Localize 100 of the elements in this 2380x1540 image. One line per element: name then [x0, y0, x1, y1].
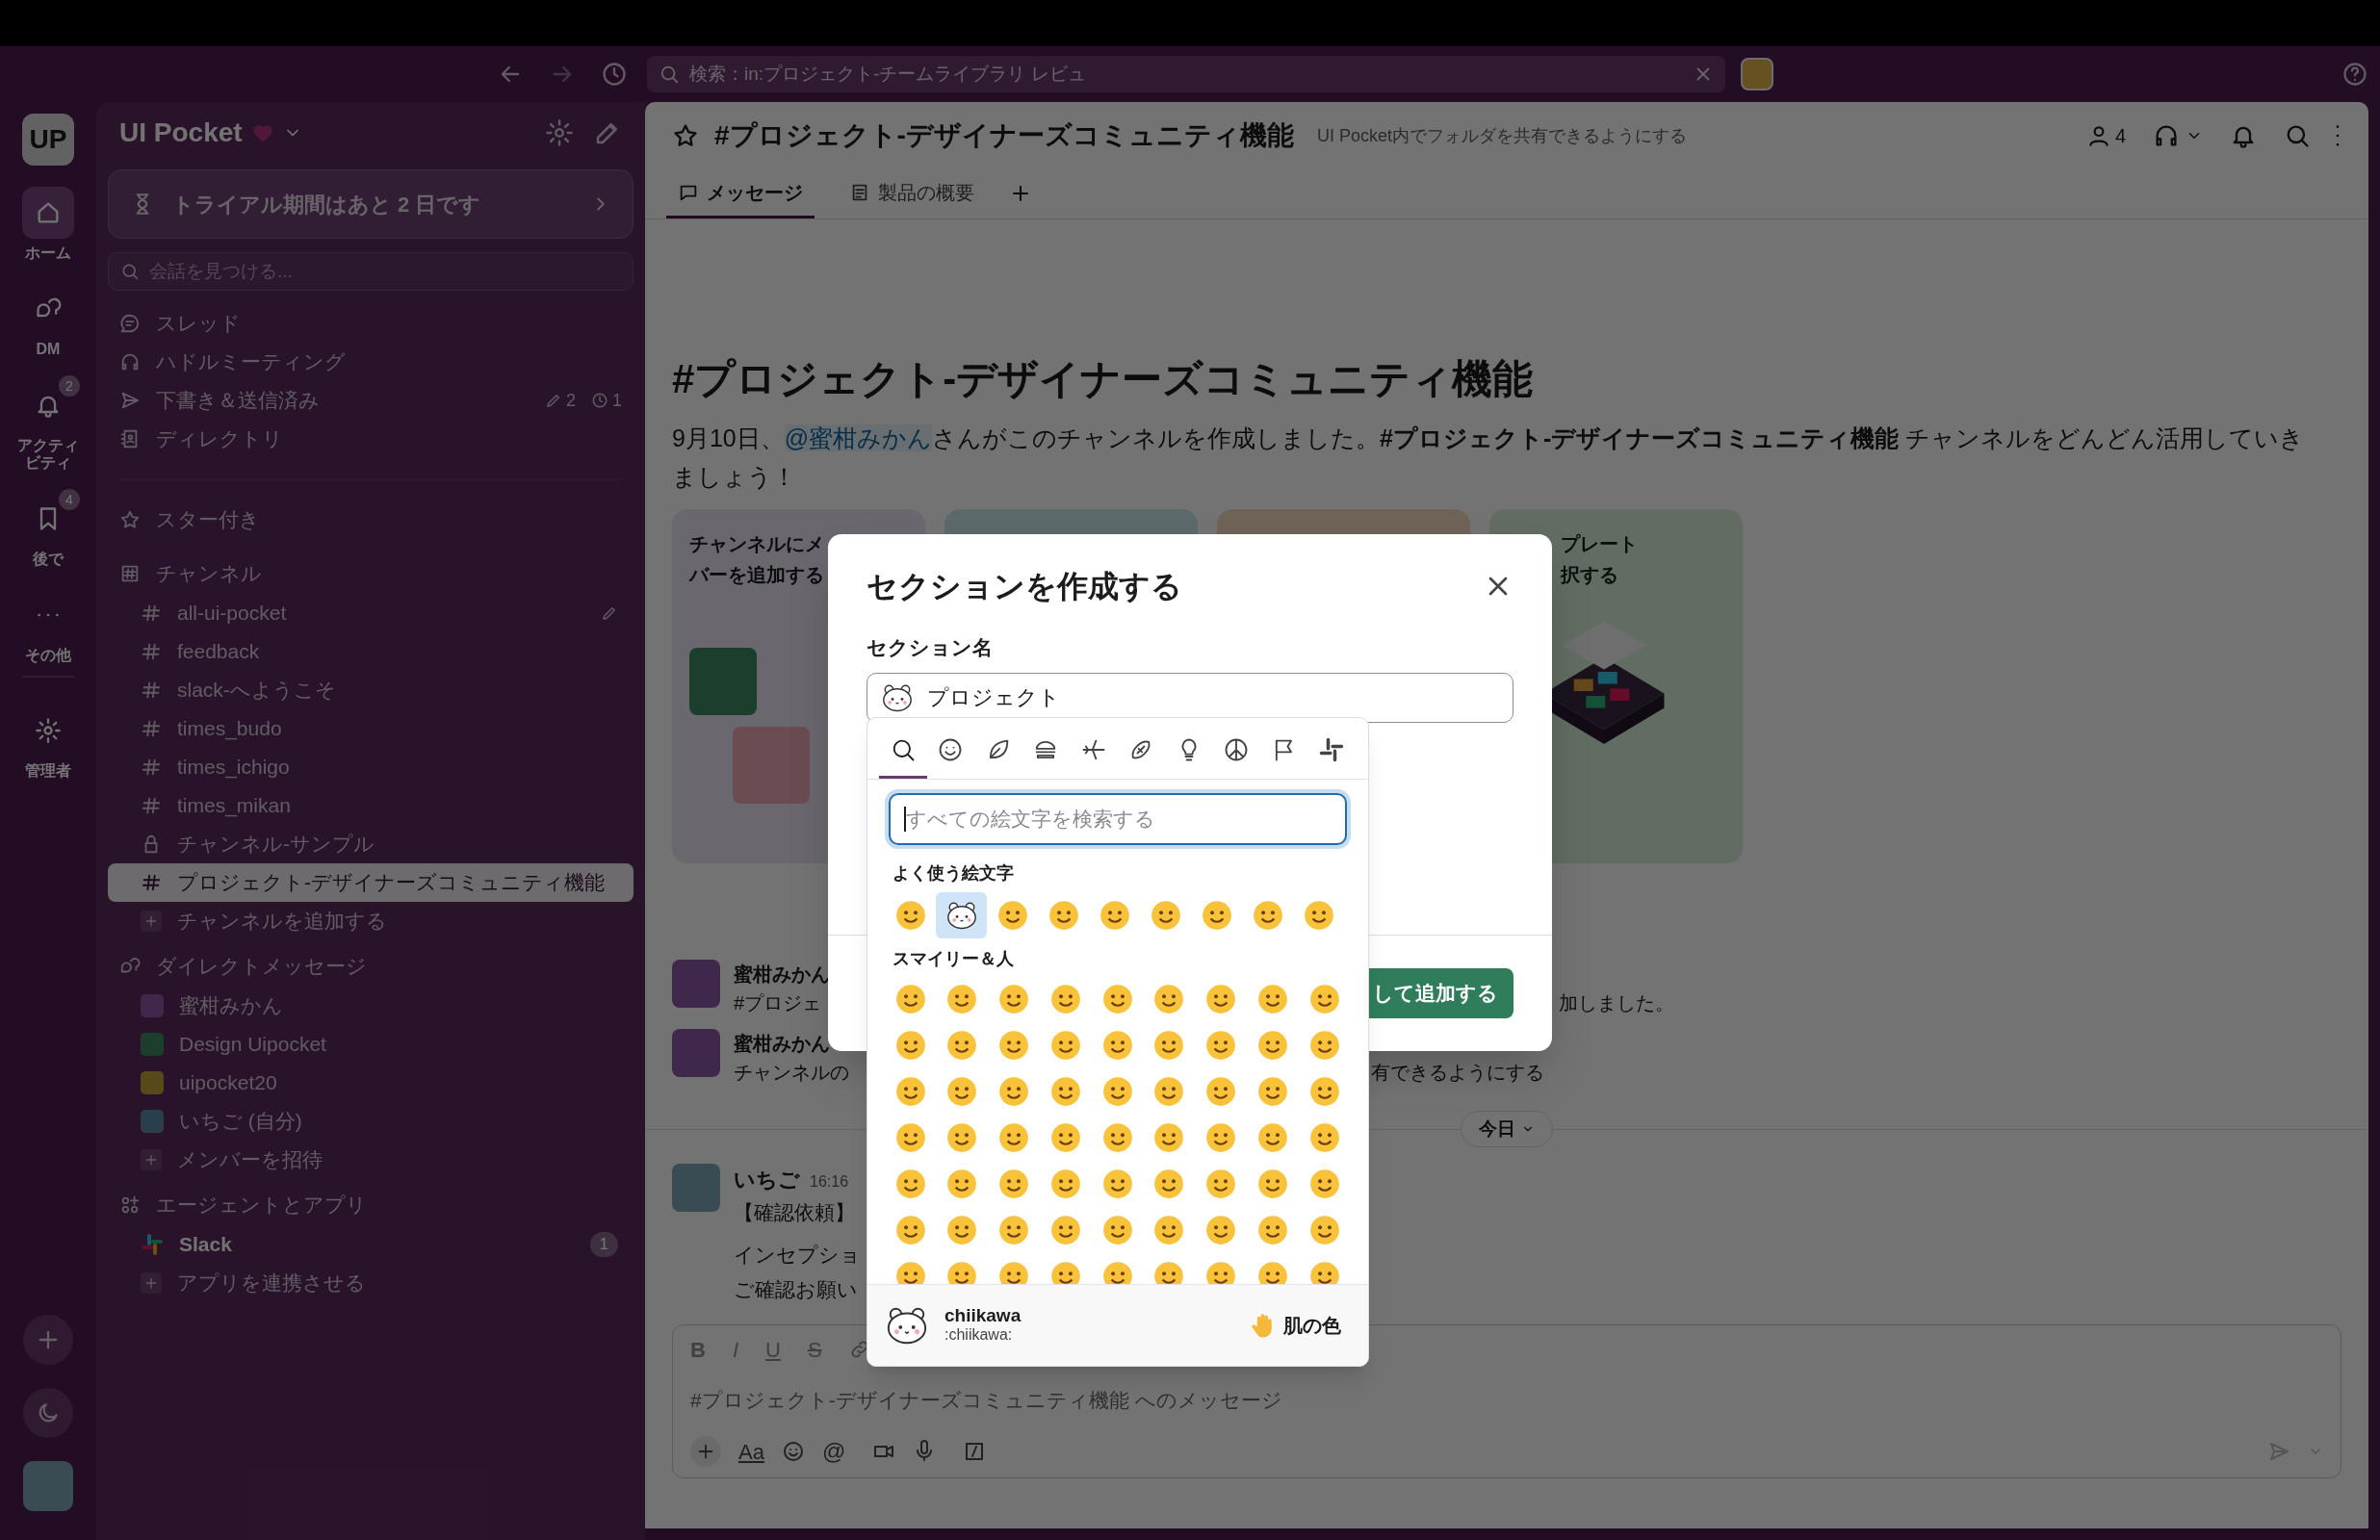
emoji-section-title: よく使う絵文字	[892, 862, 1015, 885]
emoji-icon	[1048, 1214, 1082, 1246]
members-button[interactable]: 4	[2085, 121, 2126, 150]
emoji-icon	[1204, 1075, 1238, 1108]
rail-more-button[interactable]: その他	[16, 589, 80, 664]
pencil-icon[interactable]	[601, 604, 618, 622]
mention-link[interactable]: @蜜柑みかん	[784, 424, 933, 451]
emoji-code: :chiikawa:	[944, 1325, 1014, 1345]
channel-tab[interactable]: 製品の概要	[838, 168, 986, 218]
dark-mode-button[interactable]	[23, 1388, 73, 1438]
emoji-icon	[1149, 899, 1182, 932]
rail-admin-button[interactable]: 管理者	[16, 705, 80, 780]
star-icon[interactable]	[672, 122, 699, 149]
dm-item[interactable]: 蜜柑みかん	[108, 987, 634, 1025]
section-header[interactable]: チャンネル	[108, 553, 634, 594]
emoji-icon	[1204, 1260, 1238, 1284]
emoji-icon	[1255, 1168, 1289, 1200]
channel-title[interactable]: #プロジェクト-デザイナーズコミュニティ機能	[714, 116, 1294, 156]
section-header[interactable]: ダイレクトメッセージ	[108, 946, 634, 987]
add-workspace-button[interactable]	[23, 1315, 73, 1365]
workspace-menu[interactable]: UI Pocket	[119, 113, 302, 153]
emoji-icon	[1100, 1121, 1134, 1154]
attach-button[interactable]	[690, 1436, 721, 1467]
channel-item[interactable]: プロジェクト-デザイナーズコミュニティ機能	[108, 863, 634, 902]
emoji-icon	[1048, 1121, 1082, 1154]
message-text: インセプショ	[734, 1243, 861, 1268]
channel-item[interactable]: feedback	[108, 632, 634, 671]
emoji-icon	[1100, 1214, 1134, 1246]
message-author[interactable]: 蜜柑みかん	[734, 1029, 830, 1058]
emoji-icon	[1255, 1029, 1289, 1062]
message-text: 【確認依頼】	[734, 1200, 855, 1225]
emoji-icon	[1204, 1029, 1238, 1062]
workspace-avatar[interactable]	[1741, 58, 1773, 90]
section-header[interactable]: エージェントとアプリ	[108, 1185, 634, 1225]
avatar-photo	[141, 1110, 164, 1133]
emoji-icon	[945, 1029, 979, 1062]
emoji-icon	[893, 1075, 927, 1108]
sidebar-item[interactable]: ハドルミーティング	[119, 343, 622, 381]
message-author[interactable]: いちご	[734, 1164, 800, 1195]
search-bar[interactable]: 検索：in:プロジェクト-チームライブラリ レビュ	[647, 56, 1725, 92]
hash-icon	[141, 718, 162, 739]
message-time[interactable]: 16:16	[810, 1170, 849, 1194]
emoji-icon	[1255, 1214, 1289, 1246]
emoji-icon	[1255, 1075, 1289, 1108]
dm-item[interactable]: uipocket20	[108, 1064, 634, 1102]
emoji-icon[interactable]	[781, 1440, 805, 1463]
channel-item[interactable]: times_mikan	[108, 786, 634, 825]
dm-item[interactable]: いちご (自分)	[108, 1102, 634, 1141]
emoji-icon	[1100, 1168, 1134, 1200]
emoji-icon	[1152, 1260, 1186, 1284]
workspace-icon[interactable]: UP	[22, 114, 74, 166]
add-item[interactable]: チャンネルを追加する	[108, 902, 634, 940]
emoji-icon	[893, 899, 927, 932]
history-icon[interactable]	[601, 61, 628, 88]
scheduled-count: 1	[612, 389, 622, 412]
channel-tab[interactable]: メッセージ	[666, 168, 815, 218]
avatar-placeholder	[672, 960, 720, 1008]
channel-item[interactable]: slack-へようこそ	[108, 671, 634, 709]
add-item[interactable]: メンバーを招待	[108, 1141, 634, 1179]
emoji-icon	[997, 1029, 1031, 1062]
hash-box-icon	[119, 563, 141, 584]
emoji-icon	[1251, 899, 1284, 932]
app-item[interactable]: Slack 1	[108, 1225, 634, 1264]
plus-icon	[143, 913, 159, 929]
emoji-icon	[1204, 1214, 1238, 1246]
channel-item[interactable]: times_ichigo	[108, 748, 634, 786]
date-divider-button[interactable]: 今日	[1461, 1111, 1553, 1147]
more-icon	[35, 611, 62, 619]
trial-banner[interactable]: トライアル期間はあと 2 日です	[108, 169, 634, 239]
card-text: チャンネルにメ	[689, 532, 824, 556]
message-text: 有できるようにする	[1371, 1061, 1544, 1085]
hash-icon	[141, 680, 162, 701]
section-header[interactable]: スター付き	[108, 500, 634, 540]
channel-item[interactable]: チャンネル-サンプル	[108, 825, 634, 863]
formatting-button[interactable]: Aa	[738, 1435, 764, 1468]
dm-item[interactable]: Design Uipocket	[108, 1025, 634, 1064]
help-icon[interactable]	[2341, 61, 2368, 88]
message-author[interactable]: 蜜柑みかん	[734, 960, 830, 988]
sidebar-item[interactable]: 下書き＆送信済み 2 1	[119, 381, 622, 420]
emoji-icon	[1048, 983, 1082, 1015]
send-icon	[119, 390, 141, 411]
channel-item[interactable]: all-ui-pocket	[108, 594, 634, 632]
add-item[interactable]: アプリを連携させる	[108, 1264, 634, 1302]
channel-item[interactable]: times_budo	[108, 709, 634, 748]
avatar-placeholder	[141, 994, 164, 1017]
hash-icon	[141, 757, 162, 778]
emoji-section-title: スマイリー＆人	[892, 948, 1015, 970]
mention-button[interactable]: @	[821, 1434, 846, 1469]
emoji-button[interactable]	[936, 892, 987, 938]
hash-icon	[141, 641, 162, 662]
rail-dm-button[interactable]: DM	[16, 283, 80, 358]
clock-icon	[591, 392, 608, 409]
user-avatar-photo[interactable]	[23, 1461, 73, 1511]
composer-placeholder[interactable]: #プロジェクト-デザイナーズコミュニティ機能 へのメッセージ	[690, 1373, 1282, 1427]
sidebar-item[interactable]: ディレクトリ	[119, 420, 622, 458]
card-text: バーを追加する	[689, 563, 824, 587]
unread-count: 1	[589, 1232, 618, 1257]
sidebar-item[interactable]: スレッド	[119, 304, 622, 343]
emoji-name: chiikawa	[944, 1306, 1022, 1325]
emoji-icon	[997, 1260, 1031, 1284]
